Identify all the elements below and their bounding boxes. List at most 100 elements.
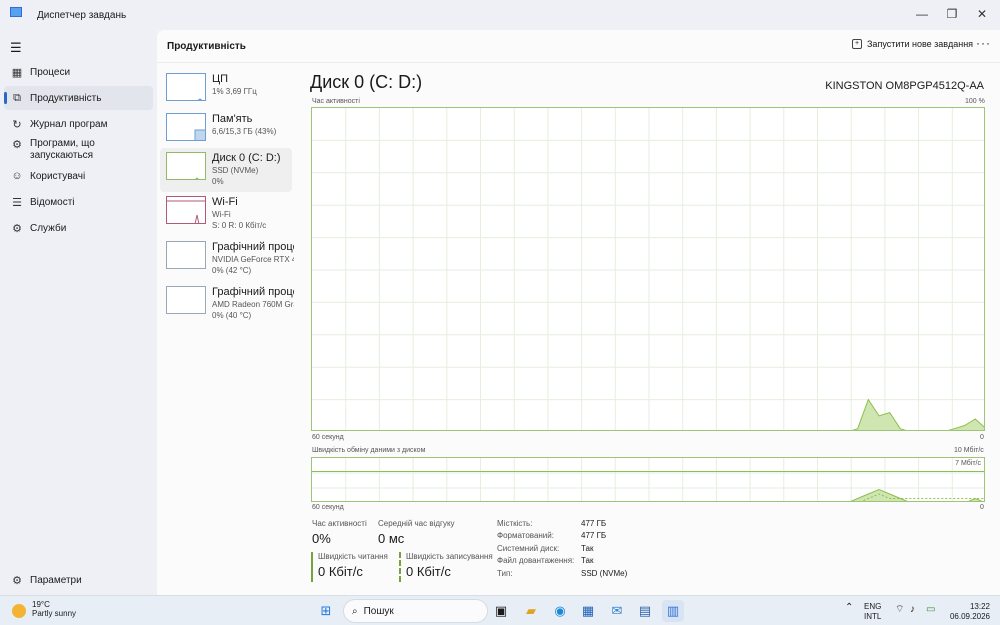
device-gpu-1[interactable]: Графічний процесор 1 AMD Radeon 760M Gra… — [160, 283, 294, 327]
gear-icon: ⚙ — [12, 574, 22, 587]
write-speed-block: Швидкість записування 0 Кбіт/с — [399, 552, 499, 582]
device-name: ЦП — [212, 73, 229, 85]
device-wifi[interactable]: Wi-Fi Wi-Fi S: 0 R: 0 Кбіт/с — [160, 193, 292, 237]
device-name: Графічний процесор 1 — [212, 286, 294, 298]
file-explorer-icon[interactable]: ▰ — [520, 600, 542, 622]
page-title: Продуктивність — [167, 41, 246, 52]
device-name: Пам'ять — [212, 113, 253, 125]
users-icon: ☺ — [11, 170, 23, 182]
nav-item-label: Користувачі — [30, 170, 86, 182]
device-detail: AMD Radeon 760M Graphics — [212, 300, 294, 309]
read-speed-label: Швидкість читання — [318, 552, 388, 561]
cpu-thumbnail-graph — [166, 73, 206, 101]
nav-item-settings[interactable]: ⚙ Параметри — [4, 568, 153, 592]
graph2-min: 0 — [980, 504, 984, 511]
response-time-label: Середній час відгуку — [378, 519, 455, 528]
device-name: Wi-Fi — [212, 196, 238, 208]
graph2-xlabel: 60 секунд — [312, 504, 344, 511]
nav-item-label: Параметри — [30, 574, 82, 586]
active-time-value: 0% — [312, 531, 331, 546]
system-disk-label: Системний диск: — [497, 544, 560, 553]
device-gpu-0[interactable]: Графічний процесор 0 NVIDIA GeForce RTX … — [160, 238, 294, 282]
formatted-value: 477 ГБ — [581, 531, 607, 540]
device-detail: 1% 3,69 ГГц — [212, 87, 257, 96]
nav-item-processes[interactable]: ▦ Процеси — [4, 60, 153, 84]
type-value: SSD (NVMe) — [581, 569, 628, 578]
taskbar-search[interactable]: ⌕ Пошук — [343, 599, 488, 623]
close-button[interactable]: ✕ — [967, 2, 997, 26]
disk-model: KINGSTON OM8PGP4512Q-AA — [825, 80, 984, 92]
weather-widget[interactable]: 19°C Partly sunny — [12, 600, 76, 618]
device-detail: SSD (NVMe) — [212, 166, 259, 175]
outlook-icon[interactable]: ✉ — [606, 600, 628, 622]
input-language[interactable]: ENG INTL — [864, 602, 881, 622]
clock-time: 13:22 — [969, 602, 990, 611]
capacity-value: 477 ГБ — [581, 519, 607, 528]
run-new-task-button[interactable]: + Запустити нове завдання — [852, 39, 973, 49]
graph1-min: 0 — [980, 434, 984, 441]
graph2-mid: 7 Мбіт/с — [955, 460, 981, 467]
disk-thumbnail-graph — [166, 152, 206, 180]
graph2-max: 10 Мбіт/с — [954, 447, 984, 454]
read-speed-block: Швидкість читання 0 Кбіт/с — [311, 552, 401, 582]
lang-code: ENG — [864, 602, 882, 611]
nav-item-performance[interactable]: ⧉ Продуктивність — [4, 86, 153, 110]
nav-item-app-history[interactable]: ↻ Журнал програм — [4, 112, 153, 136]
search-icon: ⌕ — [352, 605, 358, 617]
window-title: Диспетчер завдань — [37, 10, 127, 21]
page-file-label: Файл довантаження: — [497, 556, 575, 565]
services-icon: ⚙ — [12, 222, 22, 235]
battery-icon[interactable]: ▭ — [926, 605, 935, 615]
nav-item-label: Служби — [30, 222, 67, 234]
graph1-max: 100 % — [965, 98, 985, 105]
device-name: Диск 0 (C: D:) — [212, 152, 281, 164]
more-options-button[interactable]: ··· — [976, 36, 991, 50]
volume-icon[interactable]: ♪ — [910, 605, 915, 615]
nav-item-services[interactable]: ⚙ Служби — [4, 216, 153, 240]
clock-date: 06.09.2026 — [949, 612, 990, 621]
nav-item-label: Журнал програм — [30, 118, 108, 130]
partly-sunny-icon — [12, 604, 26, 618]
task-manager-taskbar-icon[interactable]: ▥ — [662, 600, 684, 622]
device-detail: Wi-Fi — [212, 210, 231, 219]
type-label: Тип: — [497, 569, 513, 578]
lang-layout: INTL — [864, 612, 882, 621]
clock[interactable]: 13:22 06.09.2026 — [948, 602, 990, 622]
nav-item-label: Продуктивність — [30, 92, 102, 104]
device-name: Графічний процесор 0 — [212, 241, 294, 253]
weather-temp: 19°C — [32, 600, 50, 609]
remote-desktop-icon[interactable]: ▤ — [634, 600, 656, 622]
minimize-button[interactable]: — — [907, 2, 937, 26]
device-cpu[interactable]: ЦП 1% 3,69 ГГц — [160, 70, 292, 114]
taskbar: 19°C Partly sunny ⊞ ⌕ Пошук ▣ ▰ ◉ ▦ ✉ ▤ … — [0, 595, 1000, 625]
wifi-icon[interactable]: ⌔ — [895, 605, 904, 615]
capacity-label: Місткість: — [497, 519, 533, 528]
maximize-button[interactable]: ❐ — [937, 2, 967, 26]
write-speed-label: Швидкість записування — [406, 552, 493, 561]
edge-browser-icon[interactable]: ◉ — [549, 600, 571, 622]
transfer-rate-graph: 7 Мбіт/с — [311, 457, 985, 502]
gpu0-thumbnail-graph — [166, 241, 206, 269]
show-hidden-icons-icon[interactable]: ⌃ — [845, 603, 853, 613]
details-icon: ☰ — [12, 196, 22, 209]
history-icon: ↻ — [12, 118, 22, 131]
device-disk-0[interactable]: Диск 0 (C: D:) SSD (NVMe) 0% — [160, 148, 292, 192]
device-usage: 0% (42 °C) — [212, 266, 252, 275]
gpu1-thumbnail-graph — [166, 286, 206, 314]
graph1-xlabel: 60 секунд — [312, 434, 344, 441]
start-windows-icon[interactable]: ⊞ — [315, 600, 337, 622]
device-usage: 0% — [212, 177, 224, 186]
wifi-thumbnail-graph — [166, 196, 206, 224]
nav-item-details[interactable]: ☰ Відомості — [4, 190, 153, 214]
run-task-icon: + — [852, 39, 862, 49]
store-icon[interactable]: ▦ — [577, 600, 599, 622]
task-view-icon[interactable]: ▣ — [490, 600, 512, 622]
hamburger-menu-icon[interactable]: ☰ — [10, 40, 22, 56]
formatted-label: Форматований: — [497, 531, 554, 540]
nav-item-users[interactable]: ☺ Користувачі — [4, 164, 153, 188]
response-time-value: 0 мс — [378, 531, 405, 546]
search-placeholder: Пошук — [363, 605, 394, 617]
memory-thumbnail-graph — [166, 113, 206, 141]
active-time-graph — [311, 107, 985, 431]
processes-icon: ▦ — [11, 66, 23, 79]
